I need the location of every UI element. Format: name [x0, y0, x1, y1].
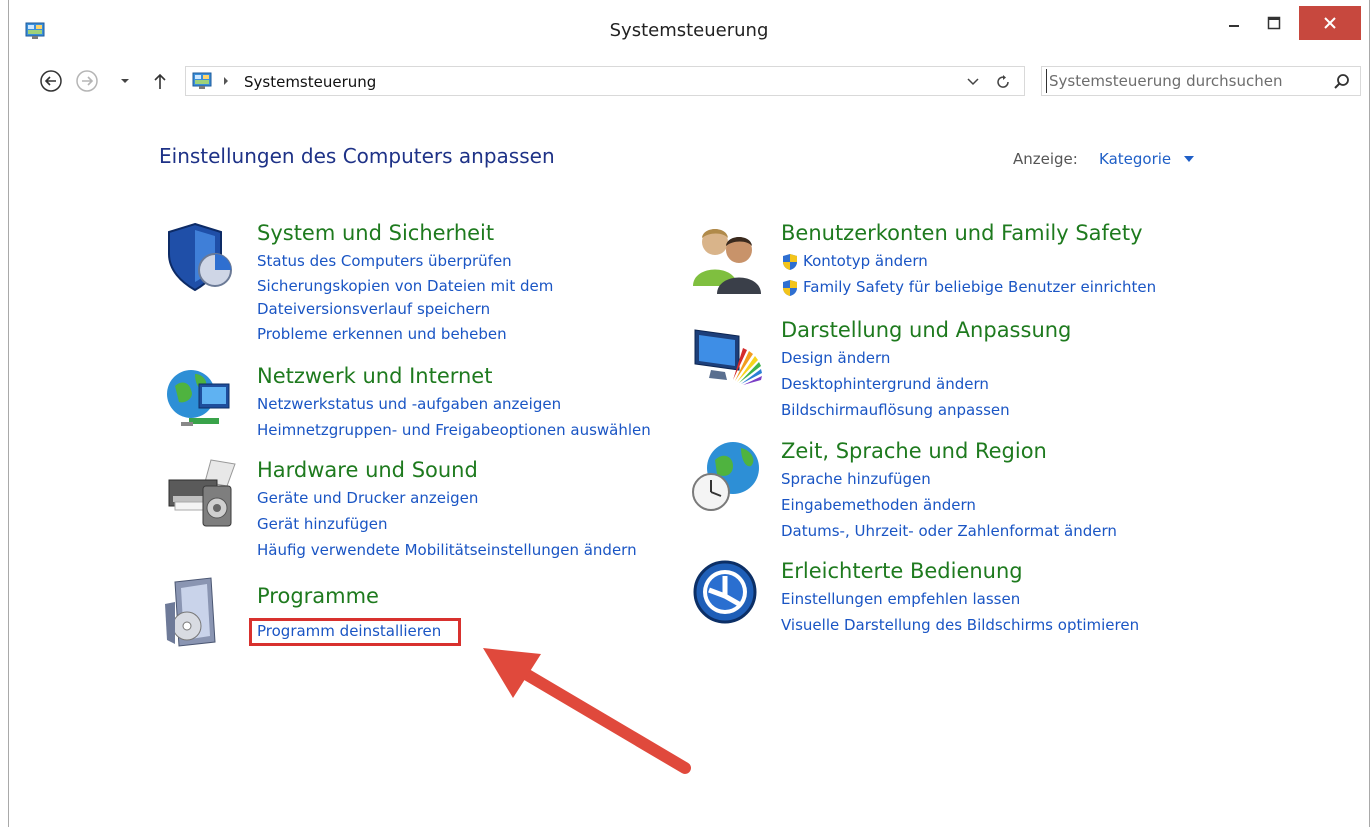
recent-locations-button[interactable] — [117, 69, 133, 93]
category-title-appearance[interactable]: Darstellung und Anpassung — [781, 318, 1071, 342]
link-family-safety[interactable]: Family Safety für beliebige Benutzer ein… — [781, 278, 1156, 296]
globe-clock-icon[interactable] — [689, 438, 765, 514]
breadcrumb-separator-icon[interactable] — [222, 73, 230, 89]
chevron-down-icon — [967, 78, 979, 86]
category-title-hardware-sound[interactable]: Hardware und Sound — [257, 458, 478, 482]
programs-box-icon[interactable] — [161, 574, 237, 650]
link-add-language[interactable]: Sprache hinzufügen — [781, 470, 931, 488]
link-change-account-type-label: Kontotyp ändern — [803, 252, 928, 270]
chevron-down-icon — [121, 79, 129, 83]
link-backup-files-line1[interactable]: Sicherungskopien von Dateien mit dem — [257, 277, 553, 295]
link-family-safety-label: Family Safety für beliebige Benutzer ein… — [803, 278, 1157, 296]
globe-network-icon[interactable] — [161, 360, 237, 436]
forward-arrow-icon — [76, 70, 98, 92]
forward-button[interactable] — [75, 69, 99, 93]
refresh-button[interactable] — [992, 71, 1014, 93]
address-dropdown-button[interactable] — [962, 71, 984, 93]
minimize-button[interactable] — [1219, 8, 1249, 38]
window-title: Systemsteuerung — [609, 20, 769, 41]
link-optimize-visual-display[interactable]: Visuelle Darstellung des Bildschirms opt… — [781, 616, 1139, 634]
control-panel-window: Systemsteuerung Systemsteuerung Systemst… — [8, 0, 1370, 827]
link-change-theme[interactable]: Design ändern — [781, 349, 890, 367]
refresh-icon — [997, 75, 1009, 88]
ease-of-access-icon[interactable] — [689, 556, 765, 632]
up-button[interactable] — [151, 69, 169, 93]
page-title: Einstellungen des Computers anpassen — [159, 144, 555, 168]
users-icon[interactable] — [689, 220, 765, 296]
link-change-input-methods[interactable]: Eingabemethoden ändern — [781, 496, 976, 514]
control-panel-icon — [192, 72, 212, 89]
navigation-bar: Systemsteuerung — [9, 62, 1369, 100]
close-icon — [1324, 17, 1336, 29]
link-add-device[interactable]: Gerät hinzufügen — [257, 515, 387, 533]
link-mobility-settings[interactable]: Häufig verwendete Mobilitätseinstellunge… — [257, 541, 637, 559]
close-button[interactable] — [1299, 6, 1361, 40]
caret-down-icon[interactable] — [1183, 154, 1195, 164]
uac-shield-icon — [783, 280, 797, 296]
link-recommend-settings[interactable]: Einstellungen empfehlen lassen — [781, 590, 1020, 608]
view-mode-dropdown[interactable]: Kategorie — [1099, 150, 1171, 168]
back-button[interactable] — [39, 69, 63, 93]
link-homegroup-sharing[interactable]: Heimnetzgruppen- und Freigabeoptionen au… — [257, 421, 651, 439]
category-title-user-accounts[interactable]: Benutzerkonten und Family Safety — [781, 221, 1143, 245]
link-check-computer-status[interactable]: Status des Computers überprüfen — [257, 252, 512, 270]
category-title-network-internet[interactable]: Netzwerk und Internet — [257, 364, 492, 388]
link-change-account-type[interactable]: Kontotyp ändern — [781, 252, 928, 270]
breadcrumb-systemsteuerung[interactable]: Systemsteuerung — [244, 73, 376, 91]
link-adjust-resolution[interactable]: Bildschirmauflösung anpassen — [781, 401, 1010, 419]
search-input[interactable] — [1046, 69, 1316, 93]
title-bar: Systemsteuerung — [9, 0, 1369, 58]
link-devices-printers[interactable]: Geräte und Drucker anzeigen — [257, 489, 478, 507]
minimize-icon — [1229, 25, 1239, 27]
annotation-arrow-icon — [483, 648, 691, 774]
category-title-system-security[interactable]: System und Sicherheit — [257, 221, 494, 245]
maximize-icon — [1267, 16, 1281, 30]
category-title-programs[interactable]: Programme — [257, 584, 379, 608]
highlight-box — [249, 618, 461, 646]
link-backup-files-line2[interactable]: Dateiversionsverlauf speichern — [257, 300, 490, 318]
monitor-palette-icon[interactable] — [689, 320, 765, 396]
address-bar[interactable]: Systemsteuerung — [185, 66, 1025, 96]
link-troubleshoot[interactable]: Probleme erkennen und beheben — [257, 325, 507, 343]
uac-shield-icon — [783, 254, 797, 270]
search-icon[interactable] — [1332, 72, 1352, 92]
view-label: Anzeige: — [1013, 150, 1078, 168]
up-arrow-icon — [154, 73, 166, 89]
shield-pie-icon[interactable] — [161, 220, 237, 296]
link-change-desktop-background[interactable]: Desktophintergrund ändern — [781, 375, 989, 393]
printer-speaker-icon[interactable] — [161, 456, 237, 532]
category-title-ease-of-access[interactable]: Erleichterte Bedienung — [781, 559, 1023, 583]
back-arrow-icon — [40, 70, 62, 92]
category-title-clock-region[interactable]: Zeit, Sprache und Region — [781, 439, 1047, 463]
search-box[interactable] — [1041, 66, 1361, 96]
link-network-status[interactable]: Netzwerkstatus und -aufgaben anzeigen — [257, 395, 561, 413]
link-change-date-format[interactable]: Datums-, Uhrzeit- oder Zahlenformat ände… — [781, 522, 1117, 540]
maximize-button[interactable] — [1259, 8, 1289, 38]
